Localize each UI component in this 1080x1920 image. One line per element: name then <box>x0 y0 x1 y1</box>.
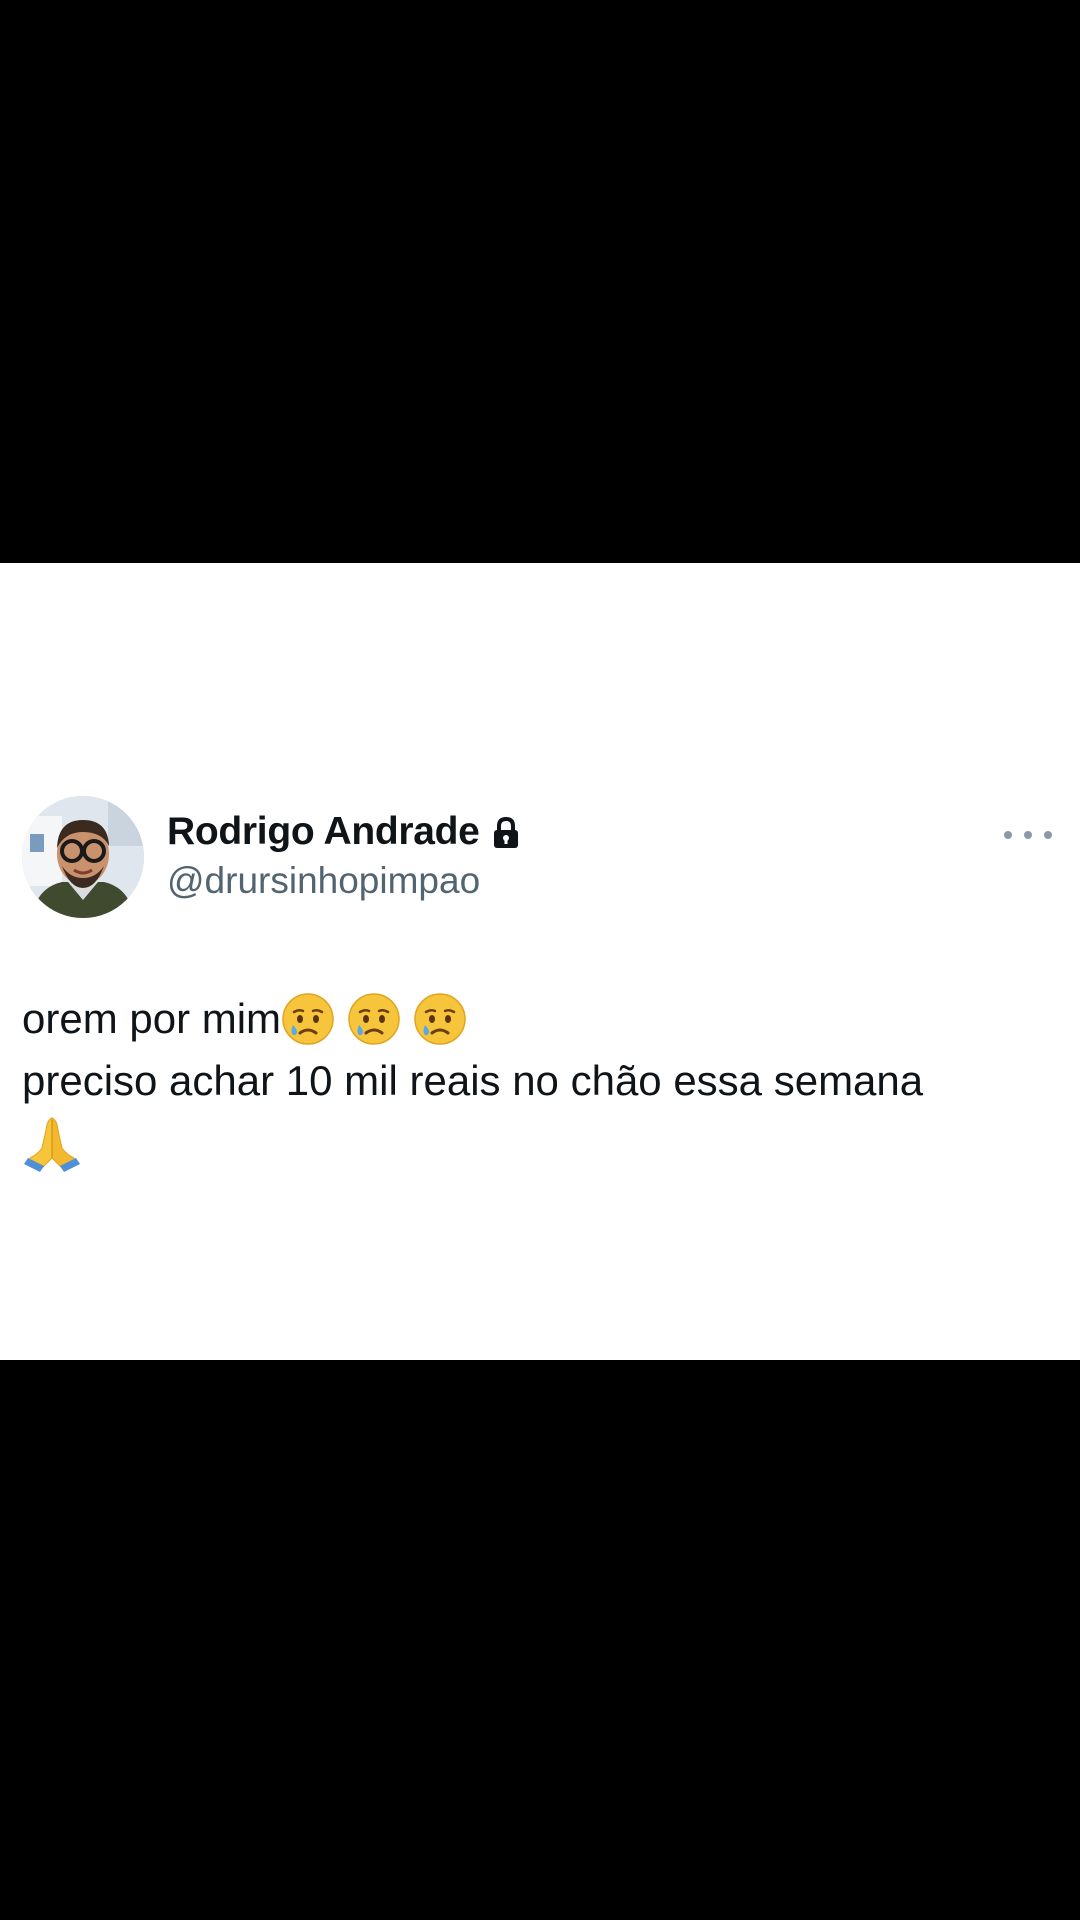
author-row: Rodrigo Andrade <box>167 810 520 854</box>
sad-but-relieved-face-icon <box>282 993 334 1045</box>
tweet-line-3 <box>22 1112 1052 1174</box>
letterbox-top <box>0 0 1080 563</box>
lock-icon <box>492 816 520 850</box>
display-name[interactable]: Rodrigo Andrade <box>167 810 480 854</box>
sad-but-relieved-face-icon <box>414 993 466 1045</box>
tweet-line-1-text: orem por mim <box>22 995 282 1042</box>
tweet-text: orem por mim preciso achar 10 mil reais … <box>22 988 1052 1174</box>
folded-hands-icon <box>24 1117 80 1172</box>
avatar[interactable] <box>22 796 144 918</box>
letterbox-bottom <box>0 1360 1080 1920</box>
user-handle[interactable]: @drursinhopimpao <box>167 860 480 902</box>
tweet-card[interactable]: Rodrigo Andrade @drursinhopimpao orem po… <box>0 563 1080 1360</box>
more-dots-icon[interactable] <box>1004 825 1052 845</box>
tweet-line-2-text: preciso achar 10 mil reais no chão essa … <box>22 1057 924 1104</box>
tweet-line-1: orem por mim <box>22 988 1052 1050</box>
sad-but-relieved-face-icon <box>348 993 400 1045</box>
tweet-line-2: preciso achar 10 mil reais no chão essa … <box>22 1050 1052 1112</box>
